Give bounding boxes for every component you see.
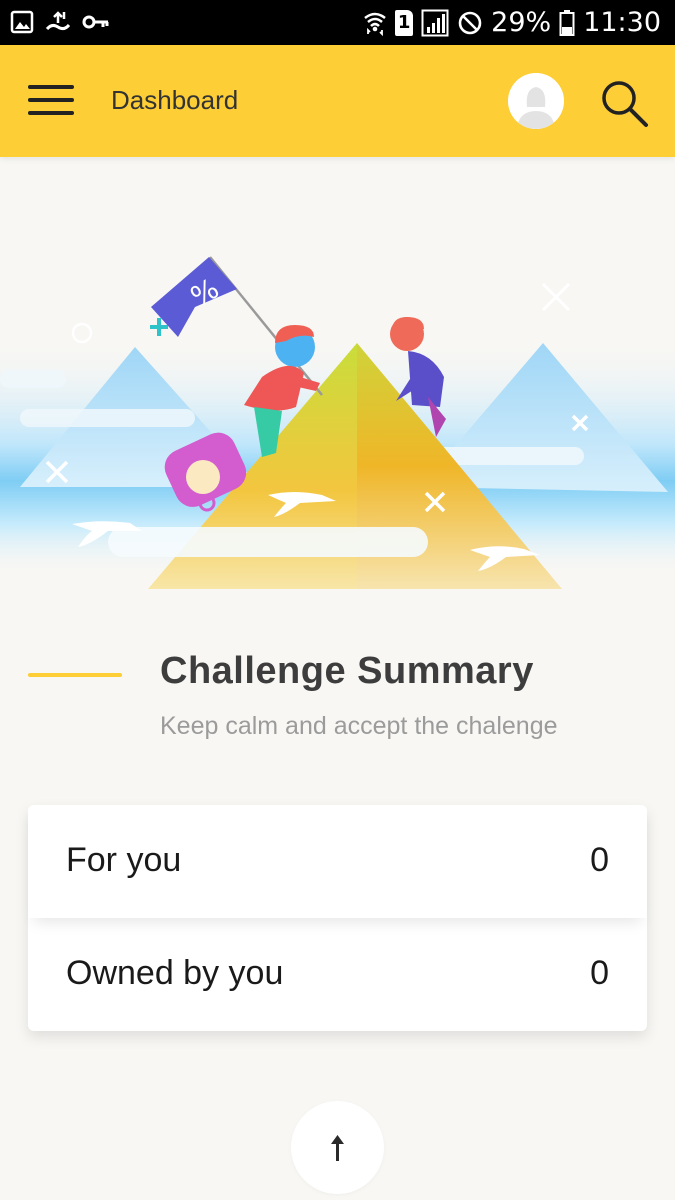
- vpn-key-icon: [82, 15, 109, 29]
- summary-row-owned-by-you[interactable]: Owned by you 0: [28, 918, 647, 1031]
- usb-icon: [45, 11, 71, 31]
- sim-icon: 1: [395, 9, 414, 36]
- section-accent-line: [28, 673, 122, 677]
- status-bar: 1 29% 11:30: [0, 0, 675, 45]
- row-label: Owned by you: [66, 954, 284, 992]
- wifi-icon: [364, 12, 386, 36]
- arrow-up-icon: [331, 1135, 344, 1161]
- sim-slot-label: 1: [397, 11, 411, 33]
- summary-row-for-you[interactable]: For you 0: [28, 805, 647, 918]
- page-title: Dashboard: [111, 85, 239, 115]
- hamburger-menu-icon[interactable]: [28, 85, 74, 117]
- app-bar: Dashboard: [0, 45, 675, 157]
- challenge-summary-card: For you 0 Owned by you 0: [28, 805, 647, 1031]
- avatar[interactable]: [508, 73, 564, 129]
- search-icon: [602, 81, 648, 127]
- dnd-icon: [458, 11, 482, 34]
- search-button[interactable]: [598, 77, 650, 129]
- row-label: For you: [66, 841, 182, 879]
- mountain-climbers-illustration: %: [0, 256, 675, 589]
- row-count: 0: [590, 841, 609, 879]
- scroll-to-top-button[interactable]: [291, 1101, 384, 1194]
- clock: 11:30: [583, 7, 661, 38]
- section-title: Challenge Summary: [160, 650, 534, 692]
- section-subtitle: Keep calm and accept the chalenge: [160, 712, 558, 740]
- battery-icon: [559, 9, 575, 36]
- image-icon: [10, 10, 34, 34]
- row-count: 0: [590, 954, 609, 992]
- user-avatar-icon: [508, 73, 564, 129]
- battery-percent: 29%: [491, 7, 552, 38]
- signal-icon: [421, 9, 449, 36]
- hero-illustration: %: [0, 157, 675, 607]
